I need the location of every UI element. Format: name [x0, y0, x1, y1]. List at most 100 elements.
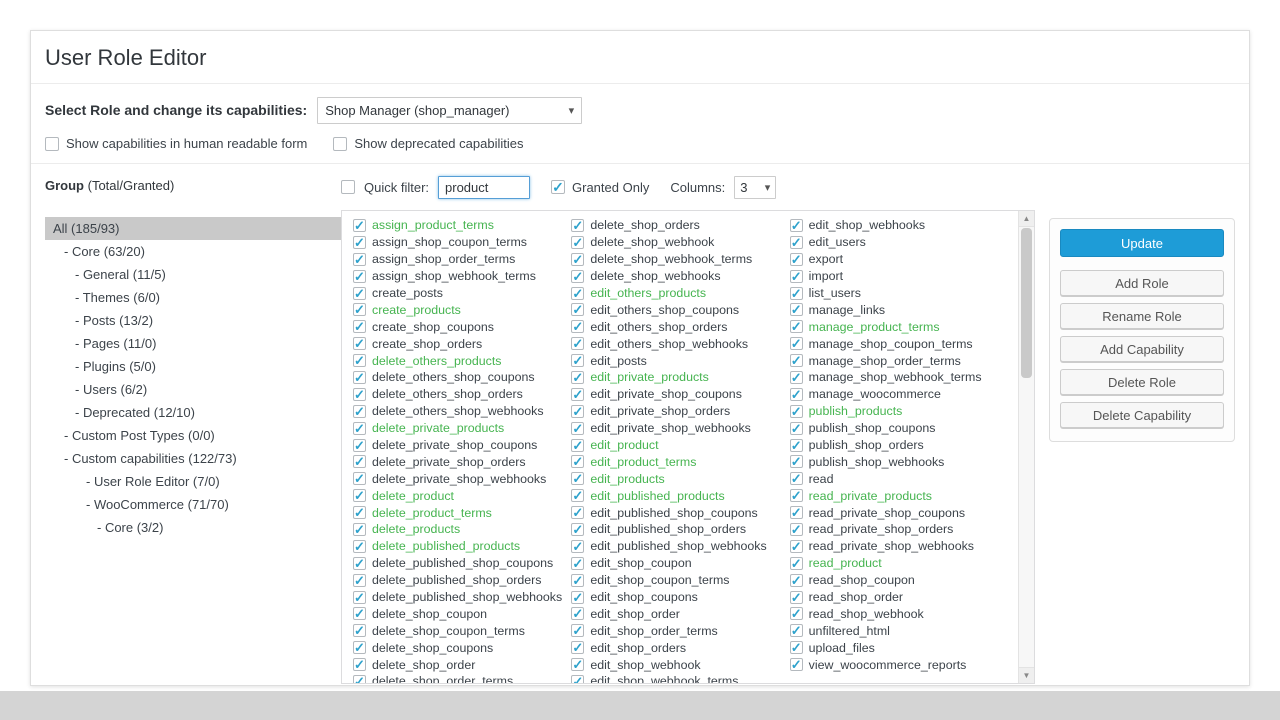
capability-checkbox[interactable]: ✓ — [790, 287, 803, 300]
capability-checkbox[interactable]: ✓ — [353, 506, 366, 519]
capability-item[interactable]: ✓edit_posts — [571, 352, 789, 369]
capability-checkbox[interactable]: ✓ — [571, 354, 584, 367]
capability-checkbox[interactable]: ✓ — [790, 439, 803, 452]
capability-checkbox[interactable]: ✓ — [353, 574, 366, 587]
capability-checkbox[interactable]: ✓ — [353, 354, 366, 367]
scrollbar-up-icon[interactable]: ▲ — [1019, 211, 1034, 227]
capability-item[interactable]: ✓delete_others_products — [353, 352, 571, 369]
capability-item[interactable]: ✓delete_others_shop_webhooks — [353, 403, 571, 420]
capability-item[interactable]: ✓delete_published_shop_coupons — [353, 555, 571, 572]
capability-item[interactable]: ✓create_shop_orders — [353, 335, 571, 352]
capability-checkbox[interactable]: ✓ — [571, 219, 584, 232]
capability-checkbox[interactable]: ✓ — [353, 270, 366, 283]
capability-checkbox[interactable]: ✓ — [571, 253, 584, 266]
capability-checkbox[interactable]: ✓ — [353, 624, 366, 637]
capability-item[interactable]: ✓delete_shop_coupons — [353, 639, 571, 656]
capability-checkbox[interactable]: ✓ — [790, 371, 803, 384]
capability-checkbox[interactable]: ✓ — [353, 253, 366, 266]
capability-item[interactable]: ✓edit_shop_order — [571, 605, 789, 622]
capability-checkbox[interactable]: ✓ — [571, 658, 584, 671]
group-item[interactable]: - General (11/5) — [45, 263, 341, 286]
capability-checkbox[interactable]: ✓ — [571, 675, 584, 684]
capability-checkbox[interactable]: ✓ — [790, 236, 803, 249]
capability-item[interactable]: ✓read_private_products — [790, 487, 1008, 504]
capability-checkbox[interactable]: ✓ — [790, 506, 803, 519]
capability-checkbox[interactable]: ✓ — [790, 253, 803, 266]
capability-checkbox[interactable]: ✓ — [790, 574, 803, 587]
capability-checkbox[interactable]: ✓ — [790, 388, 803, 401]
capability-item[interactable]: ✓edit_published_shop_coupons — [571, 504, 789, 521]
capability-checkbox[interactable]: ✓ — [790, 354, 803, 367]
capability-checkbox[interactable]: ✓ — [790, 422, 803, 435]
human-readable-checkbox[interactable] — [45, 137, 59, 151]
capability-item[interactable]: ✓create_posts — [353, 285, 571, 302]
capability-checkbox[interactable]: ✓ — [790, 591, 803, 604]
capability-item[interactable]: ✓delete_shop_orders — [571, 217, 789, 234]
capability-item[interactable]: ✓delete_published_shop_orders — [353, 572, 571, 589]
group-item[interactable]: - Plugins (5/0) — [45, 355, 341, 378]
capability-item[interactable]: ✓unfiltered_html — [790, 622, 1008, 639]
capability-checkbox[interactable]: ✓ — [571, 270, 584, 283]
group-item[interactable]: - User Role Editor (7/0) — [45, 470, 341, 493]
capability-checkbox[interactable]: ✓ — [571, 388, 584, 401]
capability-item[interactable]: ✓manage_shop_webhook_terms — [790, 369, 1008, 386]
capability-item[interactable]: ✓edit_others_shop_orders — [571, 318, 789, 335]
granted-only-checkbox[interactable]: ✓ — [551, 180, 565, 194]
capability-checkbox[interactable]: ✓ — [790, 641, 803, 654]
capability-checkbox[interactable]: ✓ — [353, 320, 366, 333]
capability-checkbox[interactable]: ✓ — [571, 371, 584, 384]
granted-only-option[interactable]: ✓ Granted Only — [551, 180, 649, 195]
capability-item[interactable]: ✓edit_shop_coupon — [571, 555, 789, 572]
scrollbar[interactable]: ▲ ▼ — [1018, 211, 1034, 683]
capability-checkbox[interactable]: ✓ — [790, 557, 803, 570]
capability-checkbox[interactable]: ✓ — [790, 658, 803, 671]
capability-checkbox[interactable]: ✓ — [790, 607, 803, 620]
capability-item[interactable]: ✓view_woocommerce_reports — [790, 656, 1008, 673]
scrollbar-down-icon[interactable]: ▼ — [1019, 667, 1034, 683]
capability-item[interactable]: ✓delete_shop_order — [353, 656, 571, 673]
capability-checkbox[interactable]: ✓ — [353, 591, 366, 604]
group-item[interactable]: - Deprecated (12/10) — [45, 401, 341, 424]
capability-checkbox[interactable]: ✓ — [353, 472, 366, 485]
capability-checkbox[interactable]: ✓ — [571, 287, 584, 300]
capability-item[interactable]: ✓assign_shop_coupon_terms — [353, 234, 571, 251]
group-item[interactable]: - Core (3/2) — [45, 516, 341, 539]
capability-item[interactable]: ✓delete_published_products — [353, 538, 571, 555]
capability-item[interactable]: ✓delete_private_products — [353, 420, 571, 437]
capability-item[interactable]: ✓edit_private_products — [571, 369, 789, 386]
capability-item[interactable]: ✓edit_shop_order_terms — [571, 622, 789, 639]
capability-checkbox[interactable]: ✓ — [353, 388, 366, 401]
capability-checkbox[interactable]: ✓ — [571, 422, 584, 435]
capability-checkbox[interactable]: ✓ — [790, 455, 803, 468]
capability-item[interactable]: ✓delete_products — [353, 521, 571, 538]
capability-item[interactable]: ✓assign_shop_order_terms — [353, 251, 571, 268]
capability-item[interactable]: ✓delete_shop_webhook — [571, 234, 789, 251]
add-role-button[interactable]: Add Role — [1060, 270, 1224, 296]
capability-checkbox[interactable]: ✓ — [571, 320, 584, 333]
capability-checkbox[interactable]: ✓ — [571, 506, 584, 519]
capability-checkbox[interactable]: ✓ — [571, 472, 584, 485]
role-select[interactable]: Shop Manager (shop_manager) ▾ — [317, 97, 582, 124]
capability-checkbox[interactable]: ✓ — [790, 219, 803, 232]
capability-item[interactable]: ✓read_shop_webhook — [790, 605, 1008, 622]
capability-item[interactable]: ✓delete_shop_coupon_terms — [353, 622, 571, 639]
capability-checkbox[interactable]: ✓ — [790, 472, 803, 485]
capability-item[interactable]: ✓edit_others_products — [571, 285, 789, 302]
capability-item[interactable]: ✓edit_shop_webhook_terms — [571, 673, 789, 684]
capability-item[interactable]: ✓edit_published_products — [571, 487, 789, 504]
capability-checkbox[interactable]: ✓ — [353, 641, 366, 654]
capability-checkbox[interactable]: ✓ — [353, 371, 366, 384]
capability-checkbox[interactable]: ✓ — [790, 303, 803, 316]
capability-item[interactable]: ✓edit_product_terms — [571, 453, 789, 470]
capability-item[interactable]: ✓delete_shop_coupon — [353, 605, 571, 622]
capability-checkbox[interactable]: ✓ — [790, 523, 803, 536]
capability-item[interactable]: ✓delete_published_shop_webhooks — [353, 589, 571, 606]
capability-item[interactable]: ✓publish_products — [790, 403, 1008, 420]
capability-item[interactable]: ✓read_shop_coupon — [790, 572, 1008, 589]
delete-capability-button[interactable]: Delete Capability — [1060, 402, 1224, 428]
capability-item[interactable]: ✓publish_shop_webhooks — [790, 453, 1008, 470]
human-readable-option[interactable]: Show capabilities in human readable form — [45, 136, 307, 151]
capability-checkbox[interactable]: ✓ — [353, 675, 366, 684]
capability-item[interactable]: ✓upload_files — [790, 639, 1008, 656]
group-item[interactable]: - Users (6/2) — [45, 378, 341, 401]
